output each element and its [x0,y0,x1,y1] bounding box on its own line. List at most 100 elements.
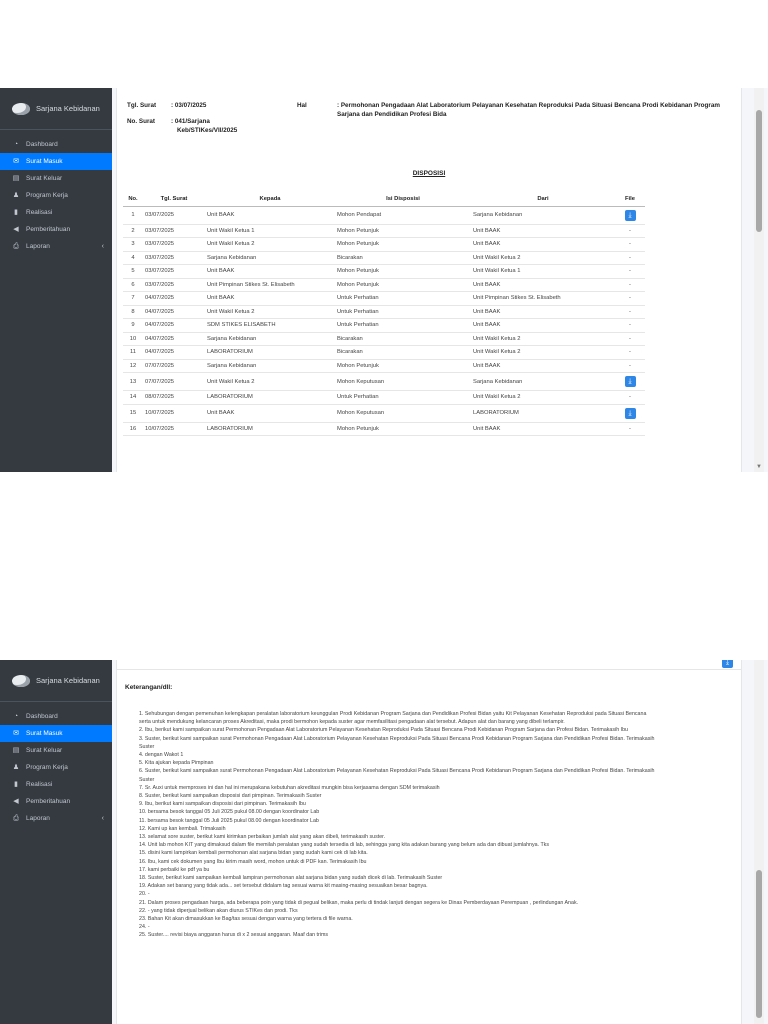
hal-value: : Permohonan Pengadaan Alat Laboratorium… [337,102,720,118]
sidebar-item-program-kerja[interactable]: ♟ Program Kerja [0,759,112,776]
list-item: 11. bersama besok tanggal 05 Juli 2025 p… [139,817,319,824]
list-item: 23. Bahan Kit akan dimasukkan ke Bag/tas… [139,916,353,923]
cell-no: 5 [123,264,143,279]
sidebar: Sarjana Kebidanan ◔ Dashboard ✉ Surat Masu… [0,88,112,472]
no-file-dash: - [629,322,631,329]
cell-tgl-surat: 04/07/2025 [143,345,205,360]
scrollbar-thumb[interactable] [756,870,762,1018]
list-item: 9. Ibu, berikut kami sampaikan disposisi… [139,801,306,808]
list-item: 1. Sehubungan dengan pemenuhan kelengkap… [139,711,647,717]
detail-card: ⤓ Keterangan/dll: 1. Sehubungan dengan p… [116,660,742,1024]
table-header-row: No. Tgl. Surat Kepada Isi Disposisi Dari… [123,192,645,207]
mail-icon: ✉ [13,157,19,165]
cell-no: 1 [123,206,143,225]
scrollbar-thumb[interactable] [756,110,762,232]
cell-tgl-surat: 03/07/2025 [143,224,205,238]
megaphone-icon: ◀ [13,797,19,805]
chevron-left-icon: ‹ [101,243,104,250]
sidebar-item-realisasi[interactable]: ▮ Realisasi [0,204,112,221]
sidebar-item-dashboard[interactable]: ◔ Dashboard [0,136,112,153]
table-row-partial: ⤓ [117,660,741,670]
cell-no: 4 [123,251,143,265]
list-item: 13. selamat sore suster, berikut kami ki… [139,834,386,841]
cell-no: 3 [123,237,143,252]
cell-kepada: LABORATORIUM [205,345,335,360]
cell-dari: Unit Wakil Ketua 2 [471,390,615,405]
table-row: 8 04/07/2025 Unit Wakil Ketua 2 Untuk Perha… [123,305,645,319]
cell-no: 16 [123,422,143,436]
no-surat-value-line2: Keb/STIKes/VII/2025 [177,126,238,134]
sidebar-nav: ◔ Dashboard ✉ Surat Masuk ▤ Surat Keluar ♟ P… [0,708,112,827]
header-file: File [615,192,645,207]
users-icon: ♟ [12,763,20,771]
cell-dari: Unit Wakil Ketua 2 [471,332,615,346]
sidebar-item-surat-masuk[interactable]: ✉ Surat Masuk [0,153,112,170]
brand[interactable]: Sarjana Kebidanan [0,88,112,130]
sidebar-item-realisasi[interactable]: ▮ Realisasi [0,776,112,793]
table-row: 1 03/07/2025 Unit BAAK Mohon Pendapat Sarjan… [123,206,645,225]
table-row: 5 03/07/2025 Unit BAAK Mohon Petunjuk Unit W… [123,264,645,279]
download-file-button[interactable]: ⤓ [624,209,636,221]
cell-kepada: Unit Wakil Ketua 2 [205,237,335,252]
sidebar-item-surat-keluar[interactable]: ▤ Surat Keluar [0,742,112,759]
download-file-button[interactable]: ⤓ [624,376,636,387]
list-item: 16. Ibu, kami cek dokumen yang Ibu kirim… [139,858,367,865]
download-file-button[interactable]: ⤓ [722,660,733,668]
cell-file: ⤓ [615,404,645,423]
cell-tgl-surat: 04/07/2025 [143,305,205,319]
cell-isi-disposisi: Bicarakan [335,251,471,265]
cell-isi-disposisi: Bicarakan [335,332,471,346]
header-tgl-surat: Tgl. Surat [143,192,205,207]
sidebar-item-label: Pemberitahuan [26,798,71,805]
keterangan-list: 1. Sehubungan dengan pemenuhan kelengkap… [139,710,733,940]
sidebar-item-laporan[interactable]: ⎙ Laporan ‹ [0,810,112,827]
print-icon: ⎙ [13,814,19,822]
download-icon: ⤓ [628,378,632,385]
no-file-dash: - [629,362,631,369]
main-content: Tgl. Surat : 03/07/2025 No. Surat : 041/… [112,88,768,472]
cell-no: 8 [123,305,143,319]
list-item: 19. Adakan set barang yang tidak ada... … [139,883,428,890]
header-kepada: Kepada [205,192,335,207]
cell-isi-disposisi: Mohon Petunjuk [335,359,471,373]
list-item: Suster [139,776,155,783]
cell-tgl-surat: 03/07/2025 [143,237,205,252]
sidebar-item-surat-masuk[interactable]: ✉ Surat Masuk [0,725,112,742]
cell-kepada: Unit Wakil Ketua 2 [205,372,335,391]
list-item: 24. - [139,924,150,931]
sidebar-item-dashboard[interactable]: ◔ Dashboard [0,708,112,725]
cell-file: - [615,291,645,306]
list-item: 15. disini kami lampirkan kembali permoh… [139,850,368,857]
scrollbar[interactable] [754,660,764,1024]
cell-isi-disposisi: Mohon Petunjuk [335,237,471,252]
cell-file: - [615,390,645,405]
dashboard-icon: ◔ [13,140,19,148]
cell-dari: Sarjana Kebidanan [471,206,615,225]
cell-no: 11 [123,345,143,360]
download-icon: ⤓ [628,211,632,219]
cell-no: 7 [123,291,143,306]
screenshot-keterangan: Sarjana Kebidanan ◔ Dashboard ✉ Surat Masu… [0,660,768,1024]
download-file-button[interactable]: ⤓ [624,407,636,419]
sidebar-item-laporan[interactable]: ⎙ Laporan ‹ [0,238,112,255]
no-file-dash: - [629,254,631,261]
scroll-down-icon[interactable]: ▼ [756,464,762,470]
cell-isi-disposisi: Untuk Perhatian [335,305,471,319]
tgl-surat-label: Tgl. Surat [127,102,157,109]
brand-logo-icon [12,674,30,687]
list-item: 14. Unit lab mohon KIT yang dimaksud dal… [139,842,549,849]
file-icon: ▮ [14,208,18,216]
brand[interactable]: Sarjana Kebidanan [0,660,112,702]
sidebar-item-pemberitahuan[interactable]: ◀ Pemberitahuan [0,793,112,810]
cell-no: 14 [123,390,143,405]
table-row: 14 08/07/2025 LABORATORIUM Untuk Perhatian U… [123,390,645,405]
dashboard-icon: ◔ [13,712,19,720]
brand-name: Sarjana Kebidanan [36,676,100,685]
no-file-dash: - [629,295,631,302]
chevron-left-icon: ‹ [101,815,104,822]
scrollbar[interactable]: ▼ [754,88,764,472]
table-row: 9 04/07/2025 SDM STIKES ELISABETH Untuk Per… [123,318,645,333]
sidebar-item-pemberitahuan[interactable]: ◀ Pemberitahuan [0,221,112,238]
sidebar-item-surat-keluar[interactable]: ▤ Surat Keluar [0,170,112,187]
sidebar-item-program-kerja[interactable]: ♟ Program Kerja [0,187,112,204]
